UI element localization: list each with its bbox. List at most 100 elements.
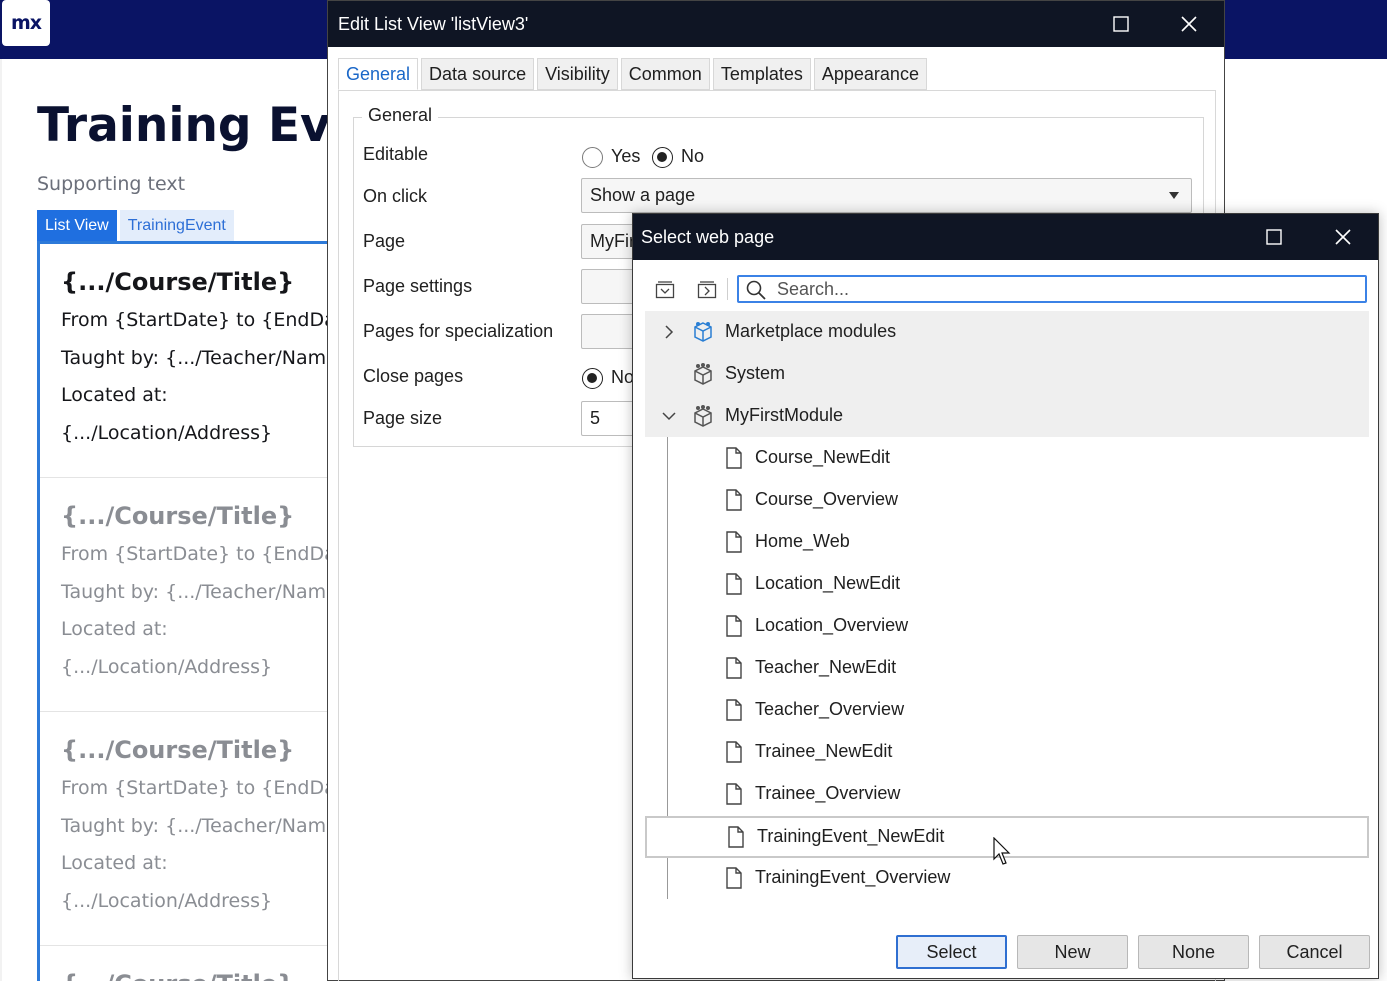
collapse-all-icon — [655, 281, 675, 299]
dialog-title: Select web page — [641, 227, 775, 247]
page-item-label: Trainee_NewEdit — [755, 741, 893, 761]
maximize-button[interactable] — [1257, 222, 1291, 252]
group-title: General — [362, 105, 439, 126]
supporting-text: Supporting text — [37, 173, 186, 195]
dialog-title: Edit List View 'listView3' — [338, 14, 529, 34]
editable-yes-radio[interactable] — [582, 147, 603, 168]
list-item-teacher: Taught by: {.../Teacher/Nam — [61, 815, 327, 837]
page-item-course-overview[interactable]: Course_Overview — [645, 479, 1369, 521]
on-click-label: On click — [363, 186, 428, 206]
toolbar-separator — [727, 278, 728, 300]
tab-training-event[interactable]: TrainingEvent — [119, 210, 234, 241]
expand-all-button[interactable] — [694, 276, 720, 302]
tab-common[interactable]: Common — [620, 58, 710, 90]
expand-all-icon — [697, 281, 717, 299]
mendix-logo[interactable]: mx — [2, 0, 50, 46]
chevron-down-icon — [1169, 192, 1179, 199]
tab-list-view[interactable]: List View — [37, 210, 117, 241]
mouse-cursor-icon — [993, 837, 1011, 865]
page-item-location-newedit[interactable]: Location_NewEdit — [645, 563, 1369, 605]
close-pages-no-label: No — [611, 367, 635, 387]
tree-item-marketplace-modules[interactable]: Marketplace modules — [645, 311, 1369, 353]
list-item-dates: From {StartDate} to {EndDa — [61, 543, 336, 565]
list-view-widget[interactable]: {.../Course/Title} From {StartDate} to {… — [37, 241, 337, 981]
page-item-label: Teacher_Overview — [755, 699, 905, 719]
page-item-label: Location_Overview — [755, 615, 909, 635]
list-item-address: {.../Location/Address} — [61, 656, 273, 678]
page-item-trainee-newedit[interactable]: Trainee_NewEdit — [645, 731, 1369, 773]
tab-templates[interactable]: Templates — [712, 58, 811, 90]
page-title: Training Eve — [37, 98, 363, 153]
editable-no-label: No — [681, 146, 705, 166]
list-item-title: {.../Course/Title} — [61, 268, 295, 296]
chevron-right-icon[interactable] — [659, 322, 679, 342]
tab-appearance[interactable]: Appearance — [813, 58, 927, 90]
page-item-label: Trainee_Overview — [755, 783, 901, 803]
editable-no-radio[interactable] — [652, 147, 673, 168]
module-icon — [694, 405, 712, 427]
search-input[interactable] — [777, 277, 1362, 301]
page-label: Page — [363, 231, 406, 251]
page-icon — [726, 531, 742, 553]
on-click-value: Show a page — [590, 185, 696, 205]
page-item-home-web[interactable]: Home_Web — [645, 521, 1369, 563]
page-value: MyFir — [590, 231, 635, 251]
maximize-button[interactable] — [1104, 9, 1138, 39]
list-item-location-label: Located at: — [61, 852, 168, 874]
chevron-down-icon[interactable] — [659, 406, 679, 426]
page-item-teacher-overview[interactable]: Teacher_Overview — [645, 689, 1369, 731]
page-tabstrip: List View TrainingEvent — [37, 210, 234, 242]
maximize-icon — [1266, 229, 1282, 245]
page-item-label: Location_NewEdit — [755, 573, 901, 593]
list-item-dates: From {StartDate} to {EndDa — [61, 777, 336, 799]
list-item[interactable]: {.../Course/Title} From {StartDate} to {… — [40, 244, 337, 478]
list-item[interactable]: {.../Course/Title} — [40, 946, 337, 981]
close-button[interactable] — [1326, 222, 1360, 252]
page-icon — [726, 447, 742, 469]
page-icon — [726, 615, 742, 637]
system-module-icon — [694, 363, 712, 385]
collapse-all-button[interactable] — [652, 276, 678, 302]
page-size-value: 5 — [590, 408, 601, 428]
dialog-tabs: General Data source Visibility Common Te… — [338, 58, 930, 90]
list-item-location-label: Located at: — [61, 384, 168, 406]
page-icon — [726, 783, 742, 805]
page-settings-label: Page settings — [363, 276, 473, 296]
new-button[interactable]: New — [1017, 935, 1128, 969]
list-item[interactable]: {.../Course/Title} From {StartDate} to {… — [40, 712, 337, 946]
list-item-teacher: Taught by: {.../Teacher/Nam — [61, 347, 327, 369]
tab-visibility[interactable]: Visibility — [537, 58, 618, 90]
page-icon — [726, 867, 742, 889]
page-icon — [726, 573, 742, 595]
none-button[interactable]: None — [1138, 935, 1249, 969]
page-item-label: Teacher_NewEdit — [755, 657, 897, 677]
list-item-teacher: Taught by: {.../Teacher/Nam — [61, 581, 327, 603]
close-button[interactable] — [1172, 9, 1206, 39]
on-click-dropdown[interactable]: Show a page — [581, 178, 1192, 213]
page-item-label: TrainingEvent_Overview — [755, 867, 951, 887]
tab-general[interactable]: General — [338, 58, 419, 90]
editable-label: Editable — [363, 144, 429, 164]
tree-item-label: MyFirstModule — [725, 405, 844, 425]
tree-item-system[interactable]: System — [645, 353, 1369, 395]
page-icon — [728, 826, 744, 848]
close-icon — [1335, 229, 1351, 245]
list-item-title: {.../Course/Title} — [61, 970, 294, 981]
list-item-title: {.../Course/Title} — [61, 502, 295, 530]
close-pages-label: Close pages — [363, 366, 464, 386]
list-item[interactable]: {.../Course/Title} From {StartDate} to {… — [40, 478, 337, 712]
cancel-button[interactable]: Cancel — [1259, 935, 1370, 969]
tab-data-source[interactable]: Data source — [421, 58, 535, 90]
close-pages-no-radio[interactable] — [582, 368, 603, 389]
select-button[interactable]: Select — [896, 935, 1007, 969]
page-item-course-newedit[interactable]: Course_NewEdit — [645, 437, 1369, 479]
page-item-teacher-newedit[interactable]: Teacher_NewEdit — [645, 647, 1369, 689]
search-icon — [746, 280, 766, 300]
page-item-trainee-overview[interactable]: Trainee_Overview — [645, 773, 1369, 815]
tree-item-myfirstmodule[interactable]: MyFirstModule — [645, 395, 1369, 437]
list-item-dates: From {StartDate} to {EndDa — [61, 309, 336, 331]
search-box[interactable] — [737, 275, 1367, 303]
page-icon — [726, 741, 742, 763]
list-item-address: {.../Location/Address} — [61, 890, 273, 912]
page-item-location-overview[interactable]: Location_Overview — [645, 605, 1369, 647]
